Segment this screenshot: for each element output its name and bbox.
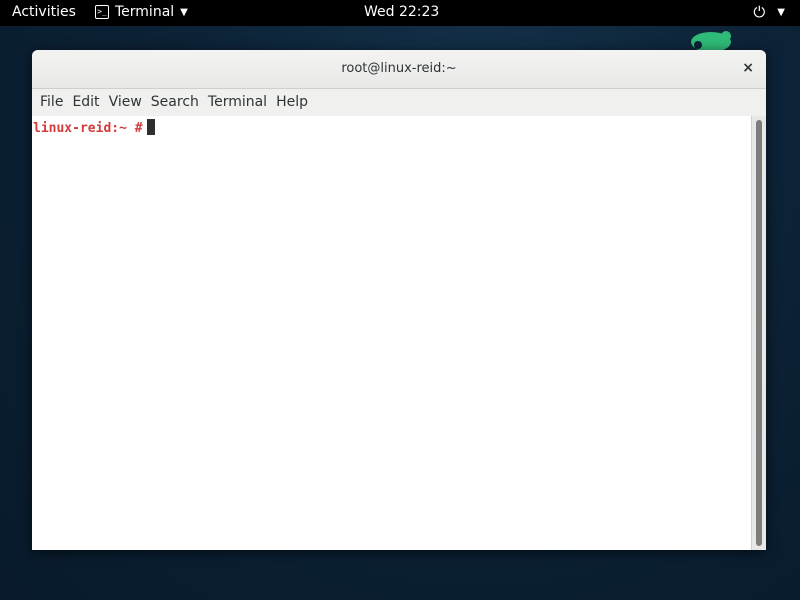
- terminal-area[interactable]: linux-reid:~ #: [32, 116, 752, 550]
- terminal-icon: >_: [95, 5, 109, 19]
- app-menu[interactable]: >_ Terminal ▼: [95, 4, 188, 20]
- menu-terminal[interactable]: Terminal: [208, 89, 274, 116]
- system-menu[interactable]: ⏻ ▼: [753, 3, 785, 21]
- menu-bar: File Edit View Search Terminal Help: [32, 89, 766, 117]
- activities-button[interactable]: Activities: [12, 4, 76, 20]
- close-button[interactable]: ×: [742, 60, 754, 76]
- menu-view[interactable]: View: [109, 89, 149, 116]
- menu-search[interactable]: Search: [151, 89, 206, 116]
- text-cursor: [146, 119, 155, 135]
- clock[interactable]: Wed 22:23: [364, 4, 439, 20]
- menu-file[interactable]: File: [40, 89, 70, 116]
- title-bar[interactable]: root@linux-reid:~ ×: [32, 50, 766, 89]
- scrollbar-thumb[interactable]: [756, 120, 762, 546]
- menu-help[interactable]: Help: [276, 89, 315, 116]
- menu-edit[interactable]: Edit: [72, 89, 106, 116]
- terminal-window: root@linux-reid:~ × File Edit View Searc…: [32, 50, 766, 550]
- dropdown-caret-icon: ▼: [180, 6, 188, 18]
- window-title: root@linux-reid:~: [341, 61, 457, 76]
- power-icon: ⏻: [753, 3, 766, 21]
- shell-prompt: linux-reid:~ #: [33, 121, 143, 136]
- suse-logo: [691, 31, 731, 52]
- app-menu-label: Terminal: [115, 4, 175, 20]
- scrollbar[interactable]: [751, 116, 766, 550]
- dropdown-caret-icon: ▼: [777, 6, 785, 18]
- top-bar: Activities >_ Terminal ▼ Wed 22:23 ⏻ ▼: [0, 0, 800, 26]
